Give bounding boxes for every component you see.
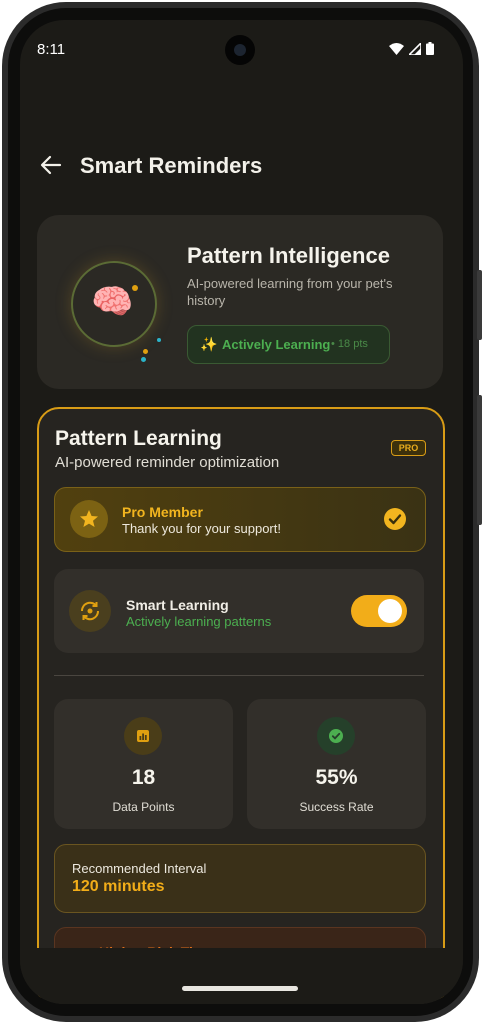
smart-learning-toggle[interactable] [351, 595, 407, 627]
orbit-dot [157, 338, 161, 342]
volume-button [477, 270, 482, 340]
success-rate-stat: 55% Success Rate [247, 699, 426, 829]
hero-subtitle: AI-powered learning from your pet's hist… [187, 276, 393, 308]
recommended-interval: Recommended Interval 120 minutes [54, 844, 426, 913]
back-arrow-icon[interactable] [38, 153, 64, 177]
pattern-learning-card: Pattern Learning AI-powered reminder opt… [37, 407, 445, 1004]
check-circle-icon [384, 508, 406, 530]
chart-icon [124, 717, 162, 755]
interval-label: Recommended Interval [72, 861, 207, 876]
orbit-dot [132, 285, 138, 291]
auto-learn-icon [69, 590, 111, 632]
signal-icon [409, 42, 421, 55]
orbit-dot [143, 349, 148, 354]
pro-member-title: Pro Member [122, 504, 203, 520]
brain-orb: 🧠 [71, 261, 157, 347]
app-bar: Smart Reminders [20, 145, 463, 185]
smart-learning-subtitle: Actively learning patterns [126, 614, 272, 629]
pro-member-subtitle: Thank you for your support! [122, 521, 281, 536]
sparkles-icon: ✨ [200, 336, 218, 352]
data-points-label: Data Points [112, 800, 175, 814]
hero-title: Pattern Intelligence [187, 243, 390, 268]
pro-member-banner: Pro Member Thank you for your support! [54, 487, 426, 552]
learning-points: • 18 pts [331, 338, 368, 350]
app-screen: 8:11 Smart Reminders 🧠 Pattern Intellige… [20, 20, 463, 1004]
card-subtitle: AI-powered reminder optimization [55, 454, 280, 471]
smart-learning-title: Smart Learning [126, 597, 229, 613]
camera-cutout [225, 35, 255, 65]
check-circle-icon [317, 717, 355, 755]
data-points-value: 18 [131, 766, 156, 789]
pro-badge: PRO [391, 440, 426, 456]
data-points-stat: 18 Data Points [54, 699, 233, 829]
wifi-icon [389, 42, 404, 55]
learning-status-label: Actively Learning [222, 337, 331, 352]
pattern-intelligence-card: 🧠 Pattern Intelligence AI-powered learni… [37, 215, 443, 389]
smart-learning-row[interactable]: Smart Learning Actively learning pattern… [54, 569, 424, 653]
page-title: Smart Reminders [80, 153, 263, 178]
learning-status-pill: ✨ Actively Learning • 18 pts [187, 325, 390, 364]
star-icon [70, 500, 108, 538]
orbit-dot [141, 357, 146, 362]
card-title: Pattern Learning [55, 427, 222, 450]
success-rate-value: 55% [315, 766, 358, 789]
divider [54, 675, 424, 676]
toggle-knob [378, 599, 402, 623]
home-indicator[interactable] [182, 986, 298, 991]
interval-value: 120 minutes [72, 878, 165, 895]
status-time: 8:11 [37, 41, 66, 58]
brain-icon: 🧠 [91, 283, 134, 321]
battery-icon [426, 42, 434, 55]
power-button [477, 395, 482, 525]
status-bar: 8:11 [20, 20, 463, 65]
success-rate-label: Success Rate [299, 800, 374, 814]
navigation-bar [20, 948, 463, 1004]
